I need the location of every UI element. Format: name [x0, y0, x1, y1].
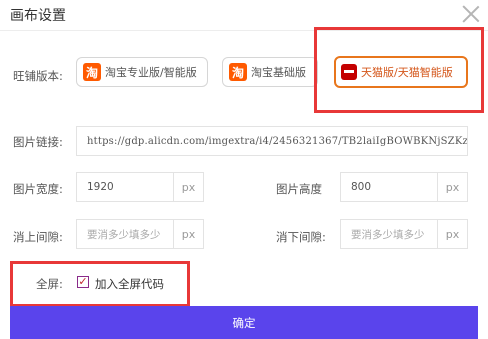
- version-taobao-pro-button[interactable]: 淘 淘宝专业版/智能版: [76, 57, 208, 87]
- fullscreen-label: 全屏:: [36, 277, 63, 291]
- version-option-label: 淘宝基础版: [251, 66, 306, 79]
- top-gap-unit: px: [174, 219, 204, 249]
- title-divider: [0, 30, 488, 31]
- image-height-input[interactable]: 800: [340, 172, 438, 202]
- version-label: 旺铺版本:: [13, 69, 63, 83]
- tmall-logo-icon: [341, 64, 357, 80]
- image-link-input[interactable]: https://gdp.alicdn.com/imgextra/i4/24563…: [76, 126, 468, 156]
- close-icon[interactable]: [460, 3, 482, 25]
- version-tmall-button[interactable]: 天猫版/天猫智能版: [334, 56, 468, 88]
- taobao-logo-icon: 淘: [83, 63, 101, 81]
- version-option-label: 天猫版/天猫智能版: [361, 66, 453, 79]
- version-option-label: 淘宝专业版/智能版: [105, 66, 197, 79]
- image-link-label: 图片链接:: [13, 135, 63, 149]
- image-width-input[interactable]: 1920: [76, 172, 174, 202]
- image-width-unit: px: [174, 172, 204, 202]
- confirm-button[interactable]: 确定: [10, 306, 478, 339]
- image-height-label: 图片高度: [276, 182, 322, 196]
- fullscreen-checkbox[interactable]: ✓: [77, 276, 89, 288]
- version-taobao-basic-button[interactable]: 淘 淘宝基础版: [222, 57, 318, 87]
- image-width-label: 图片宽度:: [13, 182, 63, 196]
- top-gap-input[interactable]: 要消多少填多少: [76, 219, 174, 249]
- dialog-title: 画布设置: [10, 8, 66, 24]
- checkmark-icon: ✓: [78, 275, 88, 288]
- bottom-gap-unit: px: [438, 219, 468, 249]
- bottom-gap-label: 消下间隙:: [276, 230, 326, 244]
- taobao-logo-icon: 淘: [229, 63, 247, 81]
- canvas-settings-dialog: 画布设置 旺铺版本: 淘 淘宝专业版/智能版 淘 淘宝基础版 天猫版/天猫智能版…: [0, 0, 488, 339]
- image-height-unit: px: [438, 172, 468, 202]
- top-gap-label: 消上间隙:: [13, 230, 63, 244]
- bottom-gap-input[interactable]: 要消多少填多少: [340, 219, 438, 249]
- fullscreen-checkbox-label[interactable]: 加入全屏代码: [95, 276, 164, 292]
